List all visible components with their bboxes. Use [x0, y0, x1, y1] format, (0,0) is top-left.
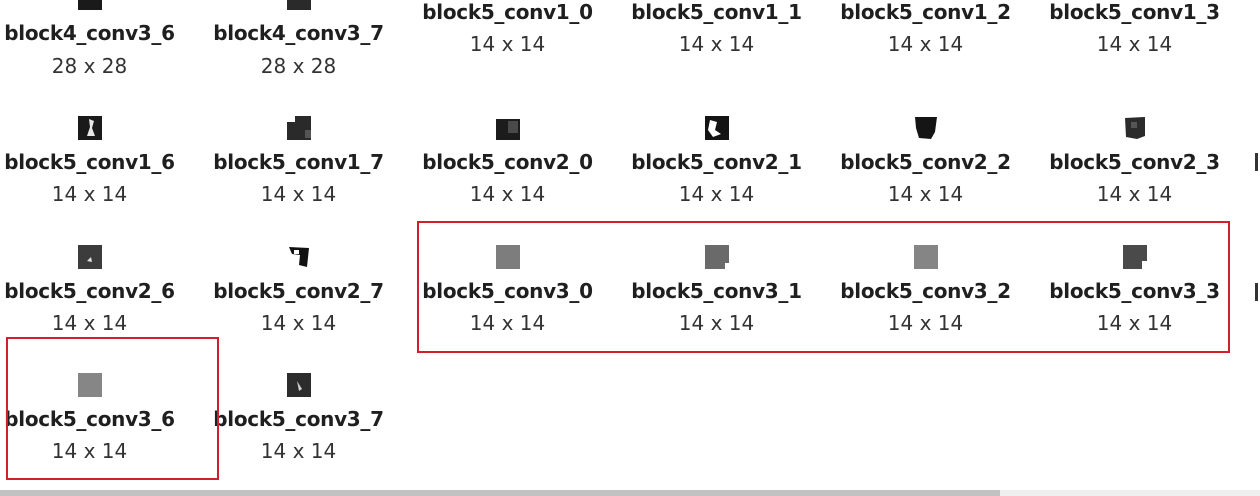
image-name: block5_conv1_6 [4, 150, 175, 174]
image-name: block5_conv2_1 [631, 150, 802, 174]
image-dimensions: 14 x 14 [1096, 182, 1173, 206]
cutoff-item-edge [1255, 283, 1258, 301]
thumbnail-image [78, 245, 102, 269]
thumbnail-image [1123, 116, 1147, 140]
image-name: block5_conv2_6 [4, 279, 175, 303]
image-dimensions: 14 x 14 [887, 32, 964, 56]
image-dimensions: 14 x 14 [51, 311, 128, 335]
image-dimensions: 28 x 28 [260, 54, 337, 78]
thumbnail-image [287, 0, 311, 10]
thumbnail-image [914, 245, 938, 269]
thumbnail-image [705, 116, 729, 140]
image-dimensions: 14 x 14 [260, 182, 337, 206]
image-name: block5_conv2_7 [213, 279, 384, 303]
image-name: block5_conv1_0 [422, 0, 593, 24]
thumbnail-image [914, 116, 938, 140]
thumbnail-image [1123, 245, 1147, 269]
image-dimensions: 14 x 14 [1096, 311, 1173, 335]
thumbnail-image [78, 116, 102, 140]
image-name: block5_conv1_3 [1049, 0, 1220, 24]
image-name: block5_conv3_0 [422, 279, 593, 303]
image-dimensions: 14 x 14 [260, 311, 337, 335]
image-name: block5_conv1_7 [213, 150, 384, 174]
scrollbar-thumb[interactable] [0, 490, 1000, 496]
image-name: block5_conv2_2 [840, 150, 1011, 174]
image-name: block5_conv3_1 [631, 279, 802, 303]
image-dimensions: 28 x 28 [51, 54, 128, 78]
image-name: block5_conv3_3 [1049, 279, 1220, 303]
thumbnail-image [78, 373, 102, 397]
thumbnail-image [287, 116, 311, 140]
cutoff-item-edge [1255, 153, 1258, 171]
image-dimensions: 14 x 14 [51, 182, 128, 206]
image-dimensions: 14 x 14 [469, 311, 546, 335]
image-name: block5_conv2_3 [1049, 150, 1220, 174]
image-name: block5_conv1_1 [631, 0, 802, 24]
image-dimensions: 14 x 14 [260, 439, 337, 463]
image-name: block5_conv3_6 [4, 407, 175, 431]
thumbnail-image [705, 245, 729, 269]
image-dimensions: 14 x 14 [469, 32, 546, 56]
image-name: block5_conv1_2 [840, 0, 1011, 24]
thumbnail-image [287, 373, 311, 397]
image-dimensions: 14 x 14 [469, 182, 546, 206]
image-dimensions: 14 x 14 [678, 311, 755, 335]
image-dimensions: 14 x 14 [887, 311, 964, 335]
image-dimensions: 14 x 14 [887, 182, 964, 206]
thumbnail-image [287, 245, 311, 269]
image-dimensions: 14 x 14 [51, 439, 128, 463]
image-name: block4_conv3_7 [213, 21, 384, 45]
image-name: block5_conv2_0 [422, 150, 593, 174]
image-name: block5_conv3_2 [840, 279, 1011, 303]
image-dimensions: 14 x 14 [678, 182, 755, 206]
image-name: block5_conv3_7 [213, 407, 384, 431]
horizontal-scrollbar[interactable] [0, 490, 1260, 496]
thumbnail-image [496, 245, 520, 269]
thumbnail-image [78, 0, 102, 10]
thumbnail-image [496, 116, 520, 140]
image-dimensions: 14 x 14 [678, 32, 755, 56]
image-name: block4_conv3_6 [4, 21, 175, 45]
image-dimensions: 14 x 14 [1096, 32, 1173, 56]
